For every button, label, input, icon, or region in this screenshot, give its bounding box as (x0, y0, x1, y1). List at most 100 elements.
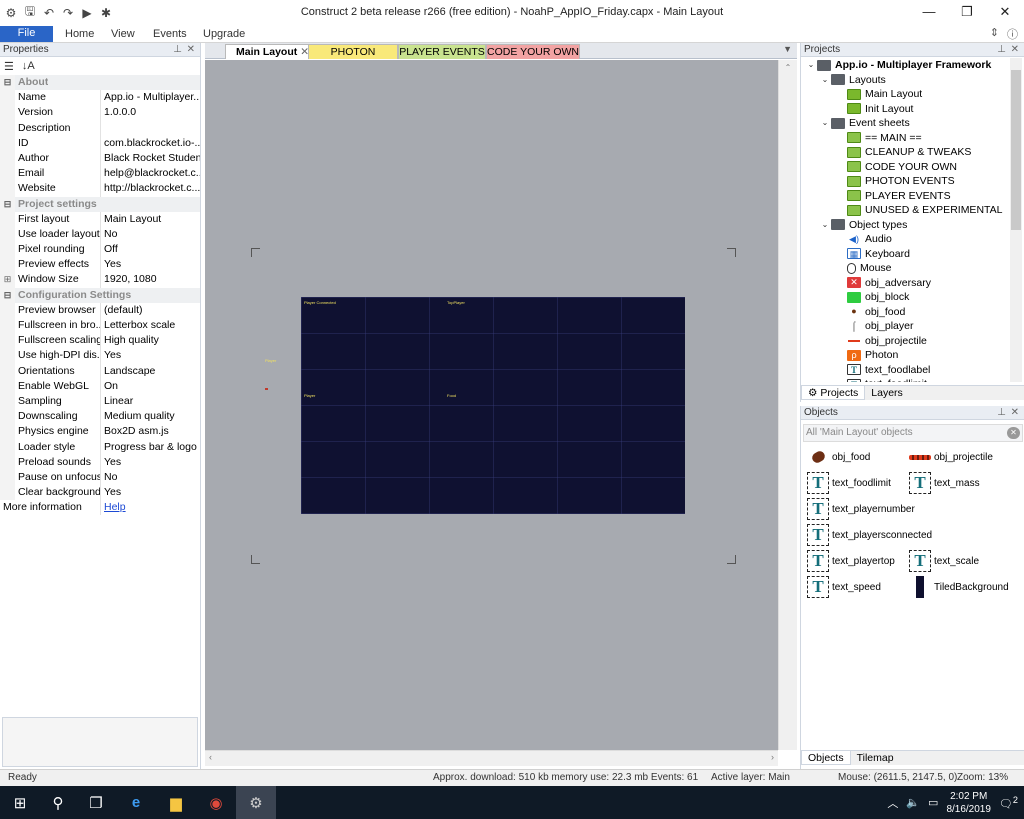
tree-item-event-sheet[interactable]: UNUSED & EXPERIMENTAL (801, 203, 1009, 218)
tab-file[interactable]: File (0, 26, 53, 42)
canvas-label[interactable]: TopPlayer (447, 300, 465, 305)
object-item[interactable]: Ttext_mass (909, 472, 980, 494)
property-value[interactable]: No (101, 470, 200, 485)
property-category[interactable]: ⊟ About (0, 75, 200, 91)
property-row[interactable]: Fullscreen in bro... Letterbox scale (0, 318, 200, 334)
object-item[interactable]: obj_projectile (909, 446, 993, 468)
expand-chevron-icon[interactable]: ⌄ (819, 218, 831, 232)
object-item[interactable]: Ttext_foodlimit (807, 472, 891, 494)
tree-item-object-type[interactable]: Ttext_foodlabel (801, 363, 1009, 378)
property-row[interactable]: ID com.blackrocket.io-... (0, 135, 200, 151)
tree-item-object-type[interactable]: obj_projectile (801, 334, 1009, 349)
tab-photon-events[interactable]: PHOTON EVENTS (308, 44, 398, 72)
property-row[interactable]: Enable WebGL On (0, 378, 200, 394)
property-value[interactable]: Main Layout (101, 212, 200, 227)
tree-item-event-sheet[interactable]: CODE YOUR OWN (801, 160, 1009, 175)
property-row[interactable]: Pause on unfocus No (0, 469, 200, 486)
property-value[interactable]: com.blackrocket.io-... (101, 136, 200, 151)
clear-search-icon[interactable]: ✕ (1007, 427, 1020, 439)
property-value[interactable]: Yes (101, 257, 200, 272)
task-view-icon[interactable]: ❐ (76, 786, 116, 819)
property-value[interactable]: Off (101, 242, 200, 257)
property-value[interactable]: Black Rocket Students (101, 151, 200, 166)
property-value[interactable] (101, 121, 200, 136)
property-row[interactable]: Fullscreen scaling High quality (0, 333, 200, 349)
property-row[interactable]: ⊞ Window Size 1920, 1080 (0, 272, 200, 288)
tree-item-object-type[interactable]: ✕ obj_adversary (801, 276, 1009, 291)
edge-browser-icon[interactable]: e (116, 786, 156, 819)
file-explorer-icon[interactable]: ▆ (156, 786, 196, 819)
tree-item-event-sheet[interactable]: == MAIN == (801, 131, 1009, 146)
categorized-icon[interactable]: ☰ (4, 60, 14, 73)
offscreen-label[interactable]: Player (265, 358, 276, 363)
scroll-right-icon[interactable]: › (771, 752, 774, 762)
object-item[interactable]: Ttext_playertop (807, 550, 895, 572)
tree-item-layout[interactable]: Init Layout (801, 102, 1009, 117)
tab-main-layout[interactable]: Main Layout ✕ (225, 44, 320, 59)
property-row[interactable]: Clear background Yes (0, 485, 200, 501)
tray-chevron-icon[interactable]: ︿ (887, 795, 898, 811)
tree-item-object-type[interactable]: ◀) Audio (801, 232, 1009, 247)
property-row[interactable]: Downscaling Medium quality (0, 409, 200, 425)
property-value[interactable]: Yes (101, 455, 200, 470)
tree-folder-layouts[interactable]: ⌄ Layouts (801, 73, 1009, 88)
tree-item-object-type[interactable]: Ttext_foodlimit (801, 377, 1009, 382)
network-icon[interactable]: ▭ (928, 796, 938, 809)
collapse-icon[interactable]: ⊟ (0, 287, 15, 303)
tree-item-event-sheet[interactable]: PLAYER EVENTS (801, 189, 1009, 204)
expand-chevron-icon[interactable]: ⌄ (819, 116, 831, 130)
property-value[interactable]: Yes (101, 348, 200, 363)
save-icon[interactable]: 🖫 (23, 2, 37, 23)
search-icon[interactable]: ⚲ (38, 786, 78, 819)
tree-item-object-type[interactable]: ρ Photon (801, 348, 1009, 363)
property-category[interactable]: ⊟ Configuration Settings (0, 287, 200, 303)
property-value[interactable]: High quality (101, 333, 200, 348)
app-gear-icon[interactable]: ⚙ (4, 6, 18, 20)
preview-play-icon[interactable]: ▶ (80, 6, 94, 20)
property-row[interactable]: Sampling Linear (0, 393, 200, 410)
close-icon[interactable]: ✕ (1011, 406, 1019, 419)
property-value[interactable]: Landscape (101, 364, 200, 379)
object-item[interactable]: TiledBackground (909, 576, 1009, 598)
tab-tilemap[interactable]: Tilemap (851, 751, 900, 765)
start-windows-icon[interactable]: ⊞ (0, 786, 40, 819)
object-item[interactable]: Ttext_playernumber (807, 498, 915, 520)
tab-objects[interactable]: Objects (801, 751, 851, 765)
canvas-label[interactable]: Player (304, 393, 315, 398)
tree-item-layout[interactable]: Main Layout (801, 87, 1009, 102)
tree-root-project[interactable]: ⌄ App.io - Multiplayer Framework (801, 58, 1009, 73)
property-value[interactable]: On (101, 379, 200, 394)
property-value[interactable]: help@blackrocket.c... (101, 166, 200, 181)
tab-home[interactable]: Home (65, 27, 94, 43)
pin-icon[interactable]: ⊥ (173, 43, 182, 56)
property-row[interactable]: Orientations Landscape (0, 363, 200, 379)
property-value[interactable]: Progress bar & logo (101, 440, 200, 455)
property-row[interactable]: Name App.io - Multiplayer... (0, 90, 200, 106)
help-info-icon[interactable]: ⓘ (1007, 26, 1018, 42)
volume-icon[interactable]: 🔈 (906, 796, 920, 809)
property-row[interactable]: Version 1.0.0.0 (0, 105, 200, 121)
tab-player-events[interactable]: PLAYER EVENTS (398, 44, 486, 59)
property-row[interactable]: Website http://blackrocket.c... (0, 181, 200, 197)
tab-list-dropdown-icon[interactable]: ▼ (783, 44, 792, 54)
property-value[interactable]: Medium quality (101, 409, 200, 424)
object-item[interactable]: obj_food (807, 446, 870, 468)
property-row[interactable]: First layout Main Layout (0, 211, 200, 227)
scroll-thumb[interactable] (1011, 70, 1021, 230)
layout-view[interactable]: Player Player Connected TopPlayer Player… (205, 60, 778, 750)
property-row[interactable]: Preload sounds Yes (0, 454, 200, 470)
collapse-icon[interactable]: ⊟ (0, 75, 15, 91)
property-row[interactable]: Use loader layout No (0, 226, 200, 243)
expand-chevron-icon[interactable]: ⌄ (819, 73, 831, 87)
collapse-icon[interactable]: ⊟ (0, 196, 15, 212)
property-row[interactable]: Email help@blackrocket.c... (0, 166, 200, 182)
canvas-label[interactable]: Player Connected (304, 300, 336, 305)
debug-bug-icon[interactable]: ✱ (99, 6, 113, 20)
tab-projects[interactable]: ⚙ Projects (801, 386, 866, 400)
sort-alpha-icon[interactable]: ↓A (22, 60, 35, 72)
tree-item-object-type[interactable]: ● obj_food (801, 305, 1009, 320)
property-row[interactable]: Author Black Rocket Students (0, 150, 200, 167)
scroll-left-icon[interactable]: ‹ (209, 752, 212, 762)
offscreen-object[interactable] (265, 388, 268, 390)
property-row[interactable]: Loader style Progress bar & logo (0, 439, 200, 455)
